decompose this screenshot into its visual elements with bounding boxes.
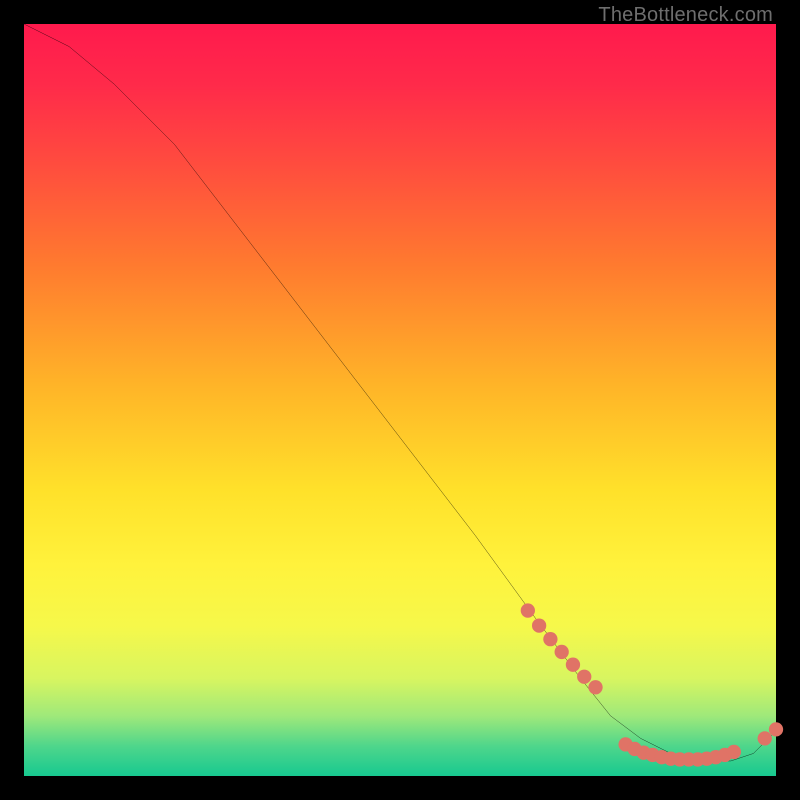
bottleneck-curve [24,24,776,761]
marker-dot [555,645,569,659]
marker-dot [577,670,591,684]
marker-dot [758,731,772,745]
data-markers [521,603,783,766]
marker-dot [769,722,783,736]
marker-dot [532,618,546,632]
marker-dot [543,632,557,646]
marker-dot [588,680,602,694]
chart-frame: TheBottleneck.com [0,0,800,800]
marker-dot [727,745,741,759]
chart-overlay [24,24,776,776]
marker-dot [521,603,535,617]
marker-dot [566,658,580,672]
